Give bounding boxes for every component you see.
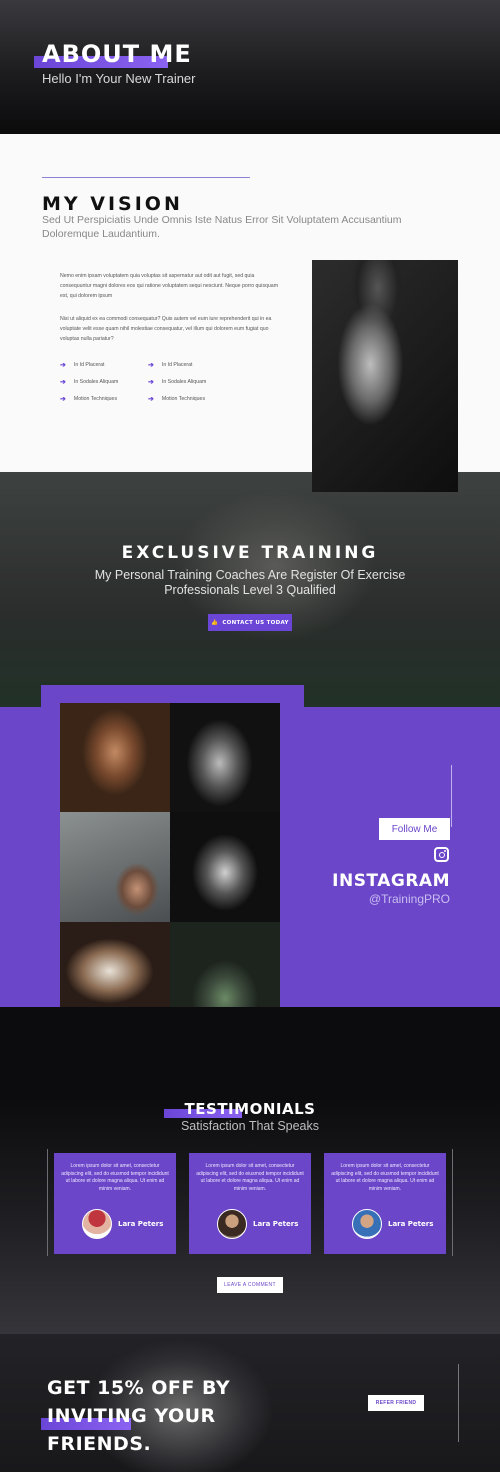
vision-feature-list: ➔ In Id Placerat ➔ In Id Placerat ➔ In Soda… bbox=[60, 362, 250, 403]
exclusive-training-section: EXCLUSIVE TRAINING My Personal Training … bbox=[0, 472, 500, 707]
page-subtitle: Hello I'm Your New Trainer bbox=[42, 71, 196, 86]
gallery-image[interactable] bbox=[170, 812, 280, 922]
testimonial-quote: Lorem ipsum dolor sit amet, consectetur … bbox=[331, 1163, 439, 1192]
leave-comment-button[interactable]: LEAVE A COMMENT bbox=[217, 1277, 283, 1293]
gallery-image[interactable] bbox=[170, 703, 280, 812]
testimonial-card: Lorem ipsum dolor sit amet, consectetur … bbox=[189, 1153, 311, 1254]
follow-me-button[interactable]: Follow Me bbox=[379, 818, 450, 840]
instagram-icon[interactable] bbox=[434, 847, 449, 862]
divider bbox=[42, 177, 250, 178]
referral-promo-section: GET 15% OFF BY INVITING YOUR FRIENDS. RE… bbox=[0, 1334, 500, 1472]
testimonial-name: Lara Peters bbox=[118, 1220, 164, 1228]
arrow-right-icon: ➔ bbox=[148, 362, 154, 369]
trainer-photo bbox=[312, 260, 458, 492]
refer-friend-button[interactable]: REFER FRIEND bbox=[368, 1395, 424, 1411]
arrow-right-icon: ➔ bbox=[60, 396, 66, 403]
testimonial-name: Lara Peters bbox=[253, 1220, 299, 1228]
arrow-right-icon: ➔ bbox=[60, 379, 66, 386]
promo-title: GET 15% OFF BY INVITING YOUR FRIENDS. bbox=[47, 1377, 231, 1455]
exclusive-subtitle: My Personal Training Coaches Are Registe… bbox=[94, 568, 406, 597]
gallery-image[interactable] bbox=[60, 703, 170, 812]
arrow-right-icon: ➔ bbox=[148, 379, 154, 386]
arrow-right-icon: ➔ bbox=[60, 362, 66, 369]
hero-section: ABOUT ME Hello I'm Your New Trainer bbox=[0, 0, 500, 134]
testimonials-section: TESTIMONIALS Satisfaction That Speaks Lo… bbox=[0, 1097, 500, 1334]
divider bbox=[452, 1149, 453, 1256]
divider bbox=[47, 1149, 48, 1256]
instagram-handle[interactable]: @TrainingPRO bbox=[369, 892, 450, 906]
list-item: ➔ Motion Techniques bbox=[60, 396, 118, 403]
vision-paragraph-2: Nisi ut aliquid ex ea commodi consequatu… bbox=[60, 316, 272, 342]
instagram-gallery bbox=[60, 703, 280, 1031]
vision-section: MY VISION Sed Ut Perspiciatis Unde Omnis… bbox=[0, 134, 500, 492]
list-item: ➔ In Id Placerat bbox=[148, 362, 193, 369]
vision-subtitle: Sed Ut Perspiciatis Unde Omnis Iste Natu… bbox=[42, 214, 402, 240]
avatar bbox=[82, 1209, 112, 1239]
vision-paragraph-1: Nemo enim ipsam voluptatem quia voluptas… bbox=[60, 273, 279, 299]
testimonials-subtitle: Satisfaction That Speaks bbox=[180, 1119, 320, 1133]
testimonial-card: Lorem ipsum dolor sit amet, consectetur … bbox=[324, 1153, 446, 1254]
contact-us-button[interactable]: 👍 CONTACT US TODAY bbox=[208, 614, 292, 631]
list-item: ➔ In Sodales Aliquam bbox=[60, 379, 119, 386]
gallery-image[interactable] bbox=[60, 812, 170, 922]
avatar bbox=[352, 1209, 382, 1239]
page-title: ABOUT ME bbox=[42, 40, 192, 68]
list-item: ➔ In Id Placerat bbox=[60, 362, 105, 369]
testimonial-quote: Lorem ipsum dolor sit amet, consectetur … bbox=[61, 1163, 169, 1192]
divider bbox=[451, 765, 452, 827]
exclusive-title: EXCLUSIVE TRAINING bbox=[121, 543, 379, 563]
testimonial-card: Lorem ipsum dolor sit amet, consectetur … bbox=[54, 1153, 176, 1254]
testimonial-name: Lara Peters bbox=[388, 1220, 434, 1228]
instagram-title: INSTAGRAM bbox=[332, 871, 450, 891]
avatar bbox=[217, 1209, 247, 1239]
list-item: ➔ In Sodales Aliquam bbox=[148, 379, 207, 386]
divider bbox=[458, 1364, 459, 1442]
arrow-right-icon: ➔ bbox=[148, 396, 154, 403]
testimonials-title: TESTIMONIALS bbox=[184, 1100, 316, 1118]
section-spacer bbox=[0, 1007, 500, 1097]
thumbs-up-icon: 👍 bbox=[211, 619, 219, 626]
testimonial-quote: Lorem ipsum dolor sit amet, consectetur … bbox=[196, 1163, 304, 1192]
instagram-section: Follow Me INSTAGRAM @TrainingPRO bbox=[0, 685, 500, 1050]
list-item: ➔ Motion Techniques bbox=[148, 396, 206, 403]
vision-title: MY VISION bbox=[42, 193, 183, 215]
